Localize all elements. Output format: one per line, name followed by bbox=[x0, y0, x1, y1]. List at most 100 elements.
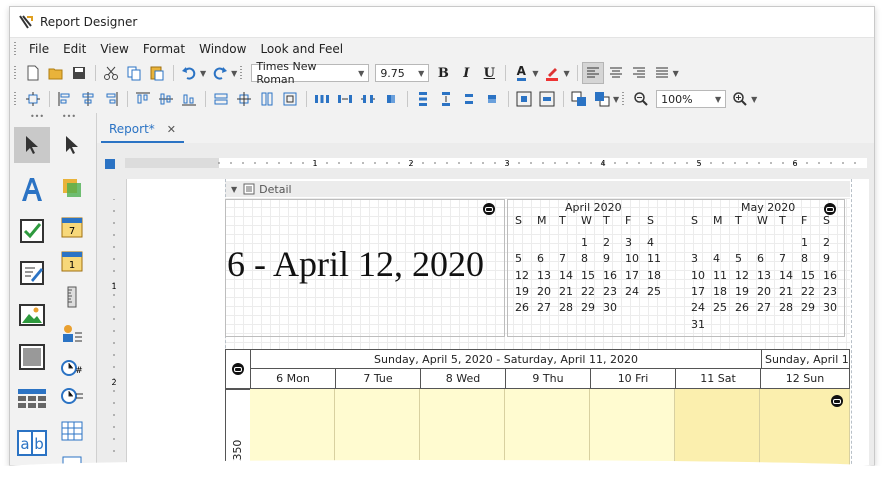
calendar-day[interactable]: 20 bbox=[537, 285, 551, 298]
font-name-combo[interactable]: Times New Roman ▼ bbox=[251, 60, 370, 86]
center-vertically-button[interactable] bbox=[536, 88, 558, 110]
day-column[interactable] bbox=[505, 389, 590, 465]
calendar-day[interactable]: 30 bbox=[823, 301, 837, 314]
ruler-corner-button[interactable] bbox=[105, 159, 115, 169]
menu-window[interactable]: Window bbox=[192, 38, 253, 60]
calendar-day[interactable]: 18 bbox=[713, 285, 727, 298]
calendar-day[interactable]: 17 bbox=[625, 269, 639, 282]
calendar-day[interactable]: 2 bbox=[603, 236, 610, 249]
tool-panel[interactable] bbox=[14, 339, 50, 375]
calendar-day[interactable]: 10 bbox=[625, 252, 639, 265]
calendar-day[interactable]: 4 bbox=[647, 236, 654, 249]
underline-button[interactable]: U bbox=[478, 62, 500, 84]
alignment-dropdown-arrow[interactable]: ▼ bbox=[673, 69, 679, 78]
link-icon[interactable] bbox=[483, 203, 495, 215]
calendar-day[interactable]: 30 bbox=[603, 301, 617, 314]
redo-dropdown-arrow[interactable]: ▼ bbox=[231, 69, 237, 78]
tool-resource-info[interactable] bbox=[54, 315, 90, 351]
calendar-day[interactable]: 24 bbox=[691, 301, 705, 314]
paste-button[interactable] bbox=[146, 62, 168, 84]
calendar-day[interactable]: 3 bbox=[625, 236, 632, 249]
calendar-day[interactable]: 3 bbox=[691, 252, 698, 265]
size-to-grid-button[interactable] bbox=[233, 88, 255, 110]
calendar-day[interactable]: 2 bbox=[823, 236, 830, 249]
calendar-control[interactable] bbox=[507, 199, 845, 337]
zoom-out-button[interactable] bbox=[630, 88, 652, 110]
align-to-grid-button[interactable] bbox=[22, 88, 44, 110]
calendar-day[interactable]: 5 bbox=[735, 252, 742, 265]
calendar-day[interactable]: 14 bbox=[559, 269, 573, 282]
calendar-day[interactable]: 21 bbox=[559, 285, 573, 298]
tool-pointer[interactable] bbox=[14, 127, 50, 163]
calendar-day[interactable]: 14 bbox=[779, 269, 793, 282]
zoom-combo[interactable]: 100% ▼ bbox=[656, 90, 727, 108]
calendar-day[interactable]: 23 bbox=[603, 285, 617, 298]
justify-button[interactable] bbox=[651, 62, 673, 84]
calendar-day[interactable]: 29 bbox=[581, 301, 595, 314]
calendar-day[interactable]: 15 bbox=[801, 269, 815, 282]
calendar-day[interactable]: 4 bbox=[713, 252, 720, 265]
align-middles-button[interactable] bbox=[155, 88, 177, 110]
tool-label[interactable] bbox=[14, 171, 50, 207]
background-color-button[interactable] bbox=[541, 62, 563, 84]
vert-space-equal-button[interactable] bbox=[412, 88, 434, 110]
send-to-back-button[interactable] bbox=[591, 88, 613, 110]
vert-space-decrease-button[interactable] bbox=[458, 88, 480, 110]
calendar-day[interactable]: 31 bbox=[691, 318, 705, 331]
align-rights-button[interactable] bbox=[100, 88, 122, 110]
calendar-day[interactable]: 21 bbox=[779, 285, 793, 298]
same-size-button[interactable] bbox=[279, 88, 301, 110]
tool-time-list[interactable] bbox=[54, 379, 90, 415]
save-button[interactable] bbox=[68, 62, 90, 84]
tool-character-comb-ab[interactable]: ab bbox=[14, 425, 50, 461]
align-center-button[interactable] bbox=[605, 62, 627, 84]
calendar-day[interactable]: 15 bbox=[581, 269, 595, 282]
horiz-space-equal-button[interactable] bbox=[311, 88, 333, 110]
calendar-day[interactable]: 22 bbox=[801, 285, 815, 298]
tool-rich-text[interactable] bbox=[54, 169, 90, 205]
tool-timeline[interactable] bbox=[54, 279, 90, 315]
bring-to-front-button[interactable] bbox=[568, 88, 590, 110]
font-size-combo[interactable]: 9.75 ▼ bbox=[375, 64, 430, 82]
new-report-button[interactable] bbox=[22, 62, 44, 84]
close-icon[interactable]: ✕ bbox=[167, 123, 176, 136]
cut-button[interactable] bbox=[100, 62, 122, 84]
calendar-day[interactable]: 24 bbox=[625, 285, 639, 298]
align-tops-button[interactable] bbox=[132, 88, 154, 110]
tab-report[interactable]: Report* ✕ bbox=[101, 117, 184, 143]
calendar-day[interactable]: 11 bbox=[647, 252, 661, 265]
same-width-button[interactable] bbox=[210, 88, 232, 110]
tool-date-week[interactable]: 7 bbox=[54, 209, 90, 245]
calendar-day[interactable]: 16 bbox=[823, 269, 837, 282]
calendar-day[interactable]: 22 bbox=[581, 285, 595, 298]
calendar-day[interactable]: 12 bbox=[735, 269, 749, 282]
calendar-day[interactable]: 17 bbox=[691, 285, 705, 298]
calendar-day[interactable]: 9 bbox=[823, 252, 830, 265]
calendar-day[interactable]: 18 bbox=[647, 269, 661, 282]
align-bottoms-button[interactable] bbox=[178, 88, 200, 110]
text-color-dropdown-arrow[interactable]: ▼ bbox=[532, 69, 538, 78]
calendar-day[interactable]: 27 bbox=[537, 301, 551, 314]
link-icon[interactable] bbox=[232, 363, 244, 375]
calendar-day[interactable]: 26 bbox=[515, 301, 529, 314]
calendar-day[interactable]: 19 bbox=[735, 285, 749, 298]
tool-date-day[interactable]: 1 bbox=[54, 243, 90, 279]
open-button[interactable] bbox=[45, 62, 67, 84]
calendar-day[interactable]: 1 bbox=[801, 236, 808, 249]
undo-dropdown-arrow[interactable]: ▼ bbox=[200, 69, 206, 78]
calendar-day[interactable]: 26 bbox=[735, 301, 749, 314]
calendar-day[interactable]: 6 bbox=[757, 252, 764, 265]
calendar-day[interactable]: 10 bbox=[691, 269, 705, 282]
menu-look-and-feel[interactable]: Look and Feel bbox=[253, 38, 350, 60]
calendar-day[interactable]: 25 bbox=[713, 301, 727, 314]
calendar-day[interactable]: 7 bbox=[559, 252, 566, 265]
redo-button[interactable] bbox=[209, 62, 231, 84]
italic-button[interactable]: I bbox=[455, 62, 477, 84]
order-dropdown-arrow[interactable]: ▼ bbox=[613, 95, 619, 104]
tool-pointer-alt[interactable] bbox=[54, 127, 90, 163]
align-lefts-button[interactable] bbox=[54, 88, 76, 110]
day-column[interactable] bbox=[420, 389, 505, 465]
calendar-day[interactable]: 5 bbox=[515, 252, 522, 265]
menu-format[interactable]: Format bbox=[136, 38, 192, 60]
zoom-in-button[interactable] bbox=[729, 88, 751, 110]
